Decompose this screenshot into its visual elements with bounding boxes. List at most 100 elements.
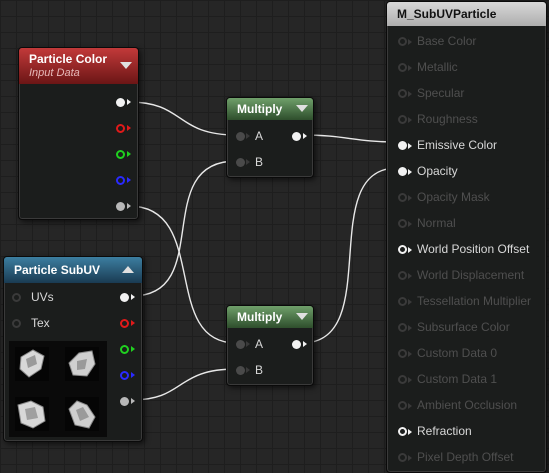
- pin-arrow-icon: [408, 116, 412, 123]
- material-input-label: Opacity: [417, 164, 458, 178]
- pin-arrow-icon: [408, 428, 412, 435]
- subuv-frame-image: [65, 347, 99, 381]
- pin-arrow-icon: [127, 125, 131, 131]
- input-pin-a[interactable]: [236, 132, 245, 141]
- output-pin-b[interactable]: [116, 176, 125, 185]
- material-input-pin[interactable]: [398, 89, 407, 98]
- material-input-pin[interactable]: [398, 245, 407, 254]
- material-input-pin[interactable]: [398, 427, 407, 436]
- wire-multiply-to-opacity: [301, 167, 398, 344]
- pin-arrow-icon: [246, 341, 250, 347]
- material-input-pin[interactable]: [398, 193, 407, 202]
- material-input-pin[interactable]: [398, 37, 407, 46]
- pin-arrow-icon: [408, 220, 412, 227]
- output-pin-a[interactable]: [120, 397, 129, 406]
- output-pin-r[interactable]: [120, 319, 129, 328]
- multiply-bottom-header[interactable]: Multiply: [227, 306, 313, 328]
- pin-arrow-icon: [408, 454, 412, 461]
- material-input-label: Normal: [417, 216, 456, 230]
- pin-arrow-icon: [408, 194, 412, 201]
- material-input-label: Tessellation Multiplier: [417, 294, 532, 308]
- material-input-pin[interactable]: [398, 349, 407, 358]
- pin-arrow-icon: [408, 246, 412, 253]
- material-input-label: Opacity Mask: [417, 190, 490, 204]
- pin-arrow-icon: [408, 64, 412, 71]
- input-b-label: B: [255, 363, 264, 377]
- pin-arrow-icon: [408, 38, 412, 45]
- material-result-node[interactable]: M_SubUVParticle Base Color Metallic Specul…: [386, 1, 547, 473]
- pin-arrow-icon: [408, 90, 412, 97]
- wire-multiply-to-emissive: [301, 134, 398, 143]
- material-input-pin[interactable]: [398, 401, 407, 410]
- material-input-label: Pixel Depth Offset: [417, 450, 514, 464]
- pin-arrow-icon: [408, 324, 412, 331]
- pin-arrow-icon: [131, 372, 135, 378]
- pin-arrow-icon: [408, 376, 412, 383]
- collapse-arrow-icon[interactable]: [120, 62, 132, 69]
- pin-arrow-icon: [303, 341, 307, 347]
- multiply-bottom-title: Multiply: [237, 310, 283, 324]
- pin-arrow-icon: [246, 133, 250, 139]
- output-pin-rgb[interactable]: [116, 98, 125, 107]
- material-input-pin[interactable]: [398, 219, 407, 228]
- pin-arrow-icon: [131, 398, 135, 404]
- output-pin-b[interactable]: [120, 371, 129, 380]
- output-pin-a[interactable]: [116, 202, 125, 211]
- input-pin-uvs[interactable]: [12, 293, 21, 302]
- output-pin-r[interactable]: [116, 124, 125, 133]
- pin-arrow-icon: [131, 320, 135, 326]
- output-pin-g[interactable]: [116, 150, 125, 159]
- material-input-label: Custom Data 0: [417, 346, 498, 360]
- particle-subuv-node[interactable]: Particle SubUV UVs Tex: [3, 256, 143, 442]
- texture-preview: [9, 341, 107, 437]
- material-input-label: Refraction: [417, 424, 472, 438]
- pin-arrow-icon: [127, 151, 131, 157]
- material-input-label: Roughness: [417, 112, 478, 126]
- particle-subuv-title: Particle SubUV: [14, 263, 101, 277]
- input-pin-tex[interactable]: [12, 319, 21, 328]
- material-input-pin[interactable]: [398, 375, 407, 384]
- pin-arrow-icon: [408, 402, 412, 409]
- material-input-pin[interactable]: [398, 323, 407, 332]
- particle-color-node[interactable]: Particle Color Input Data: [18, 47, 139, 220]
- pin-arrow-icon: [127, 177, 131, 183]
- collapse-arrow-icon[interactable]: [296, 313, 308, 320]
- output-pin[interactable]: [292, 340, 301, 349]
- uvs-label: UVs: [31, 290, 54, 304]
- material-input-pin[interactable]: [398, 271, 407, 280]
- expand-arrow-icon[interactable]: [122, 266, 134, 273]
- output-pin-g[interactable]: [120, 345, 129, 354]
- material-input-label: Custom Data 1: [417, 372, 498, 386]
- material-input-pin[interactable]: [398, 115, 407, 124]
- input-pin-b[interactable]: [236, 158, 245, 167]
- multiply-top-title: Multiply: [237, 102, 283, 116]
- material-header[interactable]: M_SubUVParticle: [387, 2, 546, 26]
- material-input-pin[interactable]: [398, 453, 407, 462]
- multiply-top-header[interactable]: Multiply: [227, 98, 313, 120]
- wire-color-rgb-to-multiply-a: [128, 101, 237, 136]
- material-input-pin[interactable]: [398, 297, 407, 306]
- pin-arrow-icon: [246, 367, 250, 373]
- particle-color-header[interactable]: Particle Color Input Data: [19, 48, 138, 84]
- input-pin-b[interactable]: [236, 366, 245, 375]
- pin-arrow-icon: [408, 168, 412, 175]
- material-title: M_SubUVParticle: [397, 7, 497, 21]
- subuv-frame-image: [65, 397, 99, 431]
- pin-arrow-icon: [127, 203, 131, 209]
- pin-arrow-icon: [246, 159, 250, 165]
- material-input-label: World Displacement: [417, 268, 525, 282]
- multiply-node-bottom[interactable]: Multiply A B: [226, 305, 314, 386]
- material-input-pin[interactable]: [398, 63, 407, 72]
- collapse-arrow-icon[interactable]: [296, 105, 308, 112]
- output-pin[interactable]: [292, 132, 301, 141]
- output-pin-rgb[interactable]: [120, 293, 129, 302]
- particle-subuv-header[interactable]: Particle SubUV: [4, 257, 142, 283]
- subuv-frame-image: [15, 347, 49, 381]
- material-input-pin[interactable]: [398, 167, 407, 176]
- input-a-label: A: [255, 337, 264, 351]
- material-input-pin[interactable]: [398, 141, 407, 150]
- input-pin-a[interactable]: [236, 340, 245, 349]
- material-input-label: Base Color: [417, 34, 477, 48]
- material-input-label: World Position Offset: [417, 242, 530, 256]
- multiply-node-top[interactable]: Multiply A B: [226, 97, 314, 178]
